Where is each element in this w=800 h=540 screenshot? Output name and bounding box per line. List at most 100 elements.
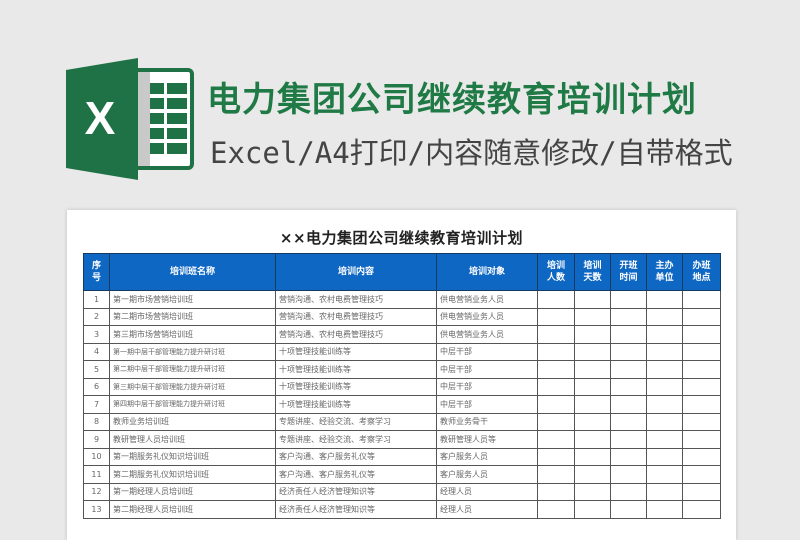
cell-days[interactable] — [574, 465, 611, 484]
cell-days[interactable] — [574, 307, 611, 326]
cell-class-name[interactable]: 第一期经理人员培训班 — [109, 482, 276, 501]
cell-class-name[interactable]: 教研管理人员培训班 — [109, 430, 276, 449]
cell-content[interactable]: 经济责任人经济管理知识等 — [275, 500, 437, 519]
cell-start-time[interactable] — [610, 307, 647, 326]
cell-target[interactable]: 供电营销业务人员 — [436, 307, 538, 326]
cell-target[interactable]: 客户服务人员 — [436, 447, 538, 466]
cell-class-name[interactable]: 第三期中层干部管理能力提升研讨班 — [109, 377, 276, 396]
cell-location[interactable] — [682, 395, 721, 414]
cell-days[interactable] — [574, 430, 611, 449]
cell-content[interactable]: 专题讲座、经验交流、考察学习 — [275, 412, 437, 431]
cell-index[interactable]: 6 — [83, 377, 110, 396]
cell-start-time[interactable] — [610, 377, 647, 396]
cell-location[interactable] — [682, 430, 721, 449]
cell-content[interactable]: 十项管理技能训练等 — [275, 395, 437, 414]
cell-target[interactable]: 客户服务人员 — [436, 465, 538, 484]
cell-index[interactable]: 1 — [83, 290, 110, 309]
cell-start-time[interactable] — [610, 325, 647, 344]
cell-organizer[interactable] — [646, 412, 683, 431]
cell-location[interactable] — [682, 342, 721, 361]
cell-start-time[interactable] — [610, 430, 647, 449]
cell-location[interactable] — [682, 482, 721, 501]
cell-organizer[interactable] — [646, 307, 683, 326]
cell-target[interactable]: 供电营销业务人员 — [436, 325, 538, 344]
cell-headcount[interactable] — [537, 430, 575, 449]
cell-start-time[interactable] — [610, 447, 647, 466]
cell-headcount[interactable] — [537, 465, 575, 484]
cell-start-time[interactable] — [610, 412, 647, 431]
cell-days[interactable] — [574, 377, 611, 396]
cell-index[interactable]: 10 — [83, 447, 110, 466]
cell-organizer[interactable] — [646, 290, 683, 309]
cell-content[interactable]: 专题讲座、经验交流、考察学习 — [275, 430, 437, 449]
cell-class-name[interactable]: 第二期服务礼仪知识培训班 — [109, 465, 276, 484]
cell-index[interactable]: 3 — [83, 325, 110, 344]
cell-headcount[interactable] — [537, 342, 575, 361]
cell-index[interactable]: 13 — [83, 500, 110, 519]
cell-days[interactable] — [574, 412, 611, 431]
cell-headcount[interactable] — [537, 377, 575, 396]
cell-days[interactable] — [574, 325, 611, 344]
cell-content[interactable]: 客户沟通、客户服务礼仪等 — [275, 447, 437, 466]
cell-index[interactable]: 2 — [83, 307, 110, 326]
cell-location[interactable] — [682, 290, 721, 309]
cell-days[interactable] — [574, 482, 611, 501]
cell-target[interactable]: 教师业务骨干 — [436, 412, 538, 431]
cell-organizer[interactable] — [646, 360, 683, 379]
cell-organizer[interactable] — [646, 430, 683, 449]
cell-target[interactable]: 中层干部 — [436, 342, 538, 361]
cell-target[interactable]: 中层干部 — [436, 360, 538, 379]
cell-index[interactable]: 11 — [83, 465, 110, 484]
cell-headcount[interactable] — [537, 412, 575, 431]
cell-location[interactable] — [682, 325, 721, 344]
cell-headcount[interactable] — [537, 447, 575, 466]
cell-start-time[interactable] — [610, 395, 647, 414]
cell-days[interactable] — [574, 447, 611, 466]
cell-content[interactable]: 营销沟通、农村电费管理技巧 — [275, 325, 437, 344]
cell-index[interactable]: 7 — [83, 395, 110, 414]
cell-location[interactable] — [682, 360, 721, 379]
cell-content[interactable]: 营销沟通、农村电费管理技巧 — [275, 290, 437, 309]
cell-organizer[interactable] — [646, 500, 683, 519]
cell-location[interactable] — [682, 307, 721, 326]
cell-class-name[interactable]: 第一期服务礼仪知识培训班 — [109, 447, 276, 466]
cell-start-time[interactable] — [610, 360, 647, 379]
cell-target[interactable]: 经理人员 — [436, 482, 538, 501]
cell-headcount[interactable] — [537, 325, 575, 344]
cell-start-time[interactable] — [610, 500, 647, 519]
cell-headcount[interactable] — [537, 395, 575, 414]
cell-start-time[interactable] — [610, 290, 647, 309]
cell-location[interactable] — [682, 412, 721, 431]
cell-target[interactable]: 教研管理人员等 — [436, 430, 538, 449]
cell-target[interactable]: 经理人员 — [436, 500, 538, 519]
cell-class-name[interactable]: 第四期中层干部管理能力提升研讨班 — [109, 395, 276, 414]
cell-organizer[interactable] — [646, 447, 683, 466]
cell-class-name[interactable]: 教师业务培训班 — [109, 412, 276, 431]
cell-index[interactable]: 9 — [83, 430, 110, 449]
cell-target[interactable]: 供电营销业务人员 — [436, 290, 538, 309]
cell-content[interactable]: 营销沟通、农村电费管理技巧 — [275, 307, 437, 326]
cell-index[interactable]: 12 — [83, 482, 110, 501]
cell-index[interactable]: 5 — [83, 360, 110, 379]
cell-content[interactable]: 十项管理技能训练等 — [275, 360, 437, 379]
cell-location[interactable] — [682, 465, 721, 484]
cell-organizer[interactable] — [646, 482, 683, 501]
cell-organizer[interactable] — [646, 465, 683, 484]
cell-class-name[interactable]: 第二期经理人员培训班 — [109, 500, 276, 519]
cell-content[interactable]: 客户沟通、客户服务礼仪等 — [275, 465, 437, 484]
cell-days[interactable] — [574, 500, 611, 519]
cell-content[interactable]: 十项管理技能训练等 — [275, 377, 437, 396]
cell-headcount[interactable] — [537, 307, 575, 326]
cell-class-name[interactable]: 第一期中层干部管理能力提升研讨班 — [109, 342, 276, 361]
cell-class-name[interactable]: 第一期市场营销培训班 — [109, 290, 276, 309]
cell-target[interactable]: 中层干部 — [436, 395, 538, 414]
cell-index[interactable]: 4 — [83, 342, 110, 361]
cell-headcount[interactable] — [537, 360, 575, 379]
cell-class-name[interactable]: 第二期市场营销培训班 — [109, 307, 276, 326]
cell-index[interactable]: 8 — [83, 412, 110, 431]
cell-days[interactable] — [574, 290, 611, 309]
cell-days[interactable] — [574, 395, 611, 414]
cell-headcount[interactable] — [537, 500, 575, 519]
cell-class-name[interactable]: 第三期市场营销培训班 — [109, 325, 276, 344]
cell-organizer[interactable] — [646, 377, 683, 396]
